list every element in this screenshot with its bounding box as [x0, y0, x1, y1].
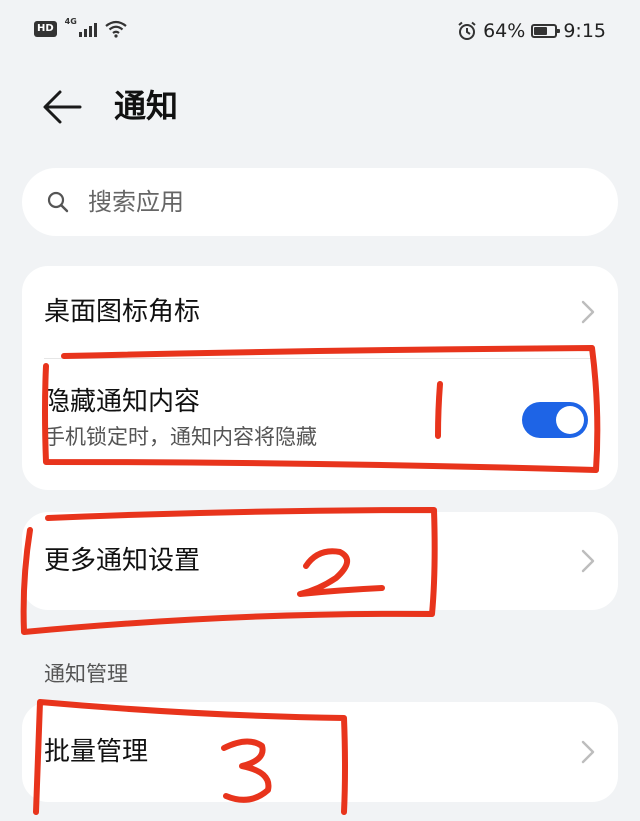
status-left: HD 4G [34, 17, 127, 38]
section-label-notification-management: 通知管理 [44, 662, 128, 686]
more-settings-label: 更多通知设置 [44, 546, 201, 576]
search-input[interactable] [86, 187, 570, 217]
search-icon [47, 191, 69, 213]
batch-manage-row[interactable]: 批量管理 [22, 702, 618, 802]
toggle-knob [556, 406, 584, 434]
more-settings-card: 更多通知设置 [22, 512, 618, 610]
clock: 9:15 [563, 20, 606, 42]
desktop-badge-label: 桌面图标角标 [44, 297, 201, 327]
notification-display-card: 桌面图标角标 隐藏通知内容 手机锁定时，通知内容将隐藏 [22, 266, 618, 490]
battery-percent: 64% [483, 20, 526, 42]
wifi-icon [104, 20, 127, 38]
batch-manage-label: 批量管理 [44, 737, 149, 767]
signal-icon: 4G [65, 17, 97, 37]
alarm-icon [458, 21, 476, 40]
network-type: 4G [64, 17, 77, 26]
chevron-right-icon [581, 549, 595, 573]
hd-badge: HD [34, 21, 57, 37]
hide-content-row[interactable]: 隐藏通知内容 手机锁定时，通知内容将隐藏 [22, 359, 618, 490]
page-title: 通知 [114, 87, 179, 125]
search-bar[interactable] [22, 168, 618, 236]
status-bar: HD 4G 64% 9:15 [0, 0, 640, 64]
page-header: 通知 [0, 78, 640, 134]
chevron-right-icon [581, 740, 595, 764]
battery-icon [531, 24, 561, 38]
chevron-right-icon [581, 300, 595, 324]
hide-content-toggle[interactable] [522, 402, 588, 438]
back-arrow-icon[interactable] [40, 84, 86, 130]
status-right: 64% 9:15 [457, 20, 606, 42]
desktop-badge-row[interactable]: 桌面图标角标 [22, 266, 618, 358]
battery-fill [534, 27, 548, 35]
batch-manage-card: 批量管理 [22, 702, 618, 802]
more-settings-row[interactable]: 更多通知设置 [22, 512, 618, 610]
hide-content-label: 隐藏通知内容 [44, 387, 201, 417]
hide-content-description: 手机锁定时，通知内容将隐藏 [44, 425, 317, 449]
